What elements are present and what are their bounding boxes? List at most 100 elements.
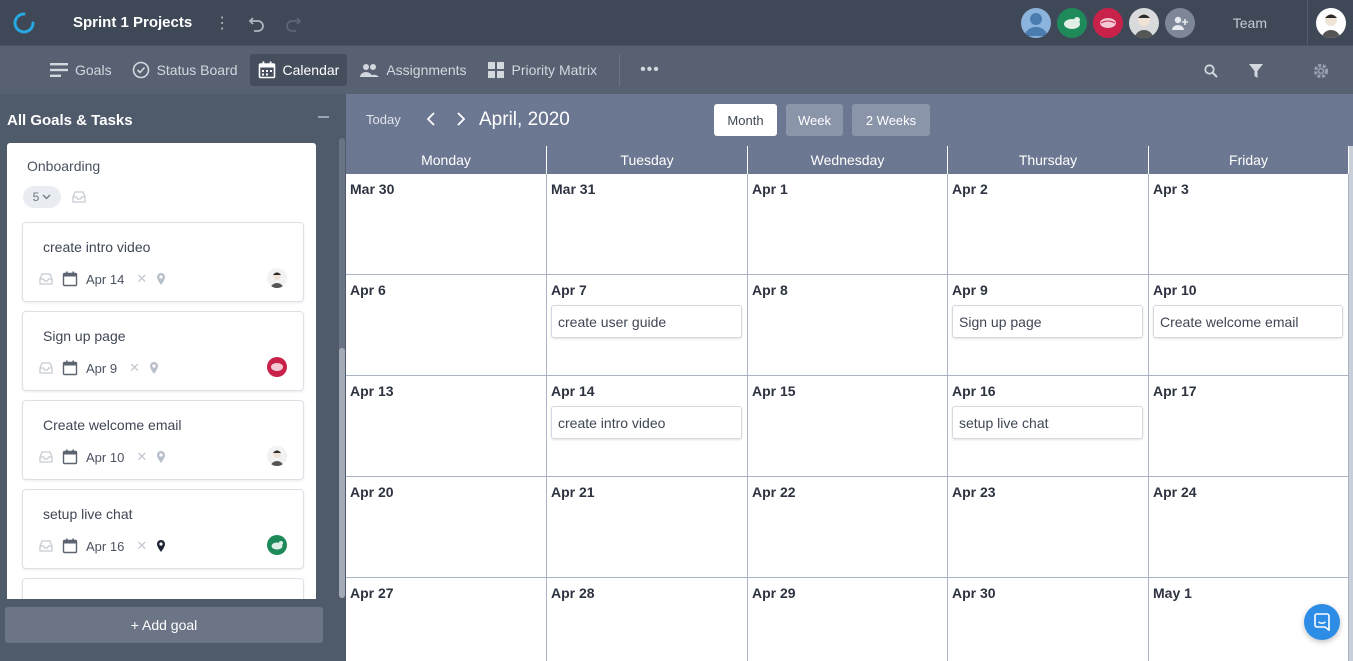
chat-launcher-button[interactable] [1304,604,1340,640]
more-views-icon[interactable]: ••• [640,61,660,79]
tab-status-board[interactable]: Status Board [124,54,246,86]
calendar-event[interactable]: setup live chat [952,406,1143,439]
inbox-icon[interactable] [39,273,53,285]
clear-date-icon[interactable]: ✕ [136,449,147,465]
day-number: Apr 14 [551,383,595,399]
calendar-day-cell[interactable]: Mar 30 [346,174,547,275]
add-member-button[interactable] [1164,7,1195,38]
calendar-day-cell[interactable]: Apr 27 [346,578,547,661]
inbox-icon[interactable] [39,451,53,463]
calendar-day-cell[interactable]: Apr 13 [346,376,547,477]
top-bar: Sprint 1 Projects ⋮ Team [0,0,1353,45]
calendar-day-cell[interactable]: Apr 10 Create welcome email [1149,275,1349,376]
view-week-button[interactable]: Week [786,104,843,136]
today-button[interactable]: Today [366,112,401,127]
calendar-scrollbar[interactable] [1349,146,1353,661]
calendar-day-cell[interactable]: Apr 29 [748,578,948,661]
goal-inbox-icon[interactable] [72,190,86,208]
clear-date-icon[interactable]: ✕ [129,360,140,376]
calendar-day-cell[interactable]: Apr 21 [547,477,748,578]
avatar-user-photo[interactable] [1128,7,1159,38]
calendar-icon[interactable] [62,271,78,287]
app-logo-icon [13,12,35,33]
team-link[interactable]: Team [1233,15,1267,31]
add-goal-button[interactable]: + Add goal [5,607,323,643]
sidebar-scrollbar-thumb[interactable] [339,348,345,598]
task-card[interactable]: Sign up page Apr 9 ✕ [22,311,304,391]
calendar-day-cell[interactable]: Apr 15 [748,376,948,477]
calendar-day-cell[interactable]: Apr 20 [346,477,547,578]
avatar-user-green[interactable] [1056,7,1087,38]
tab-status-board-label: Status Board [156,62,238,78]
task-name: setup live chat [43,506,133,522]
task-count-toggle[interactable]: 5 [23,186,61,208]
calendar-day-cell[interactable]: Mar 31 [547,174,748,275]
calendar-day-cell[interactable]: Apr 17 [1149,376,1349,477]
location-pin-icon[interactable] [156,539,166,553]
project-title[interactable]: Sprint 1 Projects [73,14,192,31]
calendar-event[interactable]: create intro video [551,406,742,439]
current-user-avatar[interactable] [1307,0,1353,45]
calendar-day-cell[interactable]: Apr 30 [948,578,1149,661]
calendar-day-cell[interactable]: Apr 8 [748,275,948,376]
redo-button[interactable] [284,14,302,32]
calendar-day-cell[interactable]: Apr 9 Sign up page [948,275,1149,376]
task-card-partial[interactable] [22,578,304,599]
calendar-day-cell[interactable]: Apr 7 create user guide [547,275,748,376]
sidebar-title: All Goals & Tasks [7,112,133,129]
people-icon [360,64,380,77]
next-month-button[interactable] [456,111,466,132]
calendar-event[interactable]: Sign up page [952,305,1143,338]
calendar-day-cell[interactable]: Apr 1 [748,174,948,275]
day-number: Apr 2 [952,181,988,197]
prev-month-button[interactable] [426,111,436,132]
view-month-button[interactable]: Month [714,104,777,136]
calendar-day-cell[interactable]: Apr 16 setup live chat [948,376,1149,477]
tab-priority-matrix[interactable]: Priority Matrix [479,54,606,86]
search-button[interactable] [1204,63,1218,78]
calendar-day-cell[interactable]: Apr 28 [547,578,748,661]
location-pin-icon[interactable] [149,361,159,375]
tab-assignments[interactable]: Assignments [351,54,474,86]
view-two-weeks-button[interactable]: 2 Weeks [852,104,930,136]
inbox-icon[interactable] [39,362,53,374]
avatar-user-generic[interactable] [1020,7,1051,38]
team-avatars: Team [1020,0,1353,45]
task-assignee-avatar[interactable] [267,268,287,288]
calendar-day-cell[interactable]: Apr 3 [1149,174,1349,275]
calendar-event[interactable]: Create welcome email [1153,305,1343,338]
collapse-sidebar-icon[interactable] [318,116,329,118]
calendar-day-cell[interactable]: Apr 24 [1149,477,1349,578]
task-card[interactable]: Create welcome email Apr 10 ✕ [22,400,304,480]
tab-goals[interactable]: Goals [42,54,120,86]
calendar-day-cell[interactable]: Apr 14 create intro video [547,376,748,477]
location-pin-icon[interactable] [156,450,166,464]
calendar-icon[interactable] [62,538,78,554]
tab-assignments-label: Assignments [386,62,467,78]
task-card[interactable]: setup live chat Apr 16 ✕ [22,489,304,569]
project-menu-icon[interactable]: ⋮ [214,13,230,33]
calendar-day-cell[interactable]: Apr 2 [948,174,1149,275]
calendar-icon[interactable] [62,449,78,465]
avatar-user-red[interactable] [1092,7,1123,38]
location-pin-icon[interactable] [156,272,166,286]
task-card[interactable]: create intro video Apr 14 ✕ [22,222,304,302]
goal-title[interactable]: Onboarding [27,158,100,174]
clear-date-icon[interactable]: ✕ [136,538,147,554]
calendar-event[interactable]: create user guide [551,305,742,338]
app-logo[interactable] [0,0,48,45]
inbox-icon[interactable] [39,540,53,552]
task-assignee-avatar[interactable] [267,535,287,555]
task-assignee-avatar[interactable] [267,446,287,466]
calendar-day-cell[interactable]: Apr 23 [948,477,1149,578]
calendar-day-cell[interactable]: Apr 22 [748,477,948,578]
filter-button[interactable] [1248,63,1264,79]
task-assignee-avatar[interactable] [267,357,287,377]
settings-button[interactable] [1312,62,1330,80]
undo-button[interactable] [248,14,266,32]
tab-calendar[interactable]: Calendar [249,54,348,86]
calendar-day-cell[interactable]: Apr 6 [346,275,547,376]
calendar-icon[interactable] [62,360,78,376]
calendar-grid: Monday Tuesday Wednesday Thursday Friday Mar … [346,146,1349,661]
clear-date-icon[interactable]: ✕ [136,271,147,287]
